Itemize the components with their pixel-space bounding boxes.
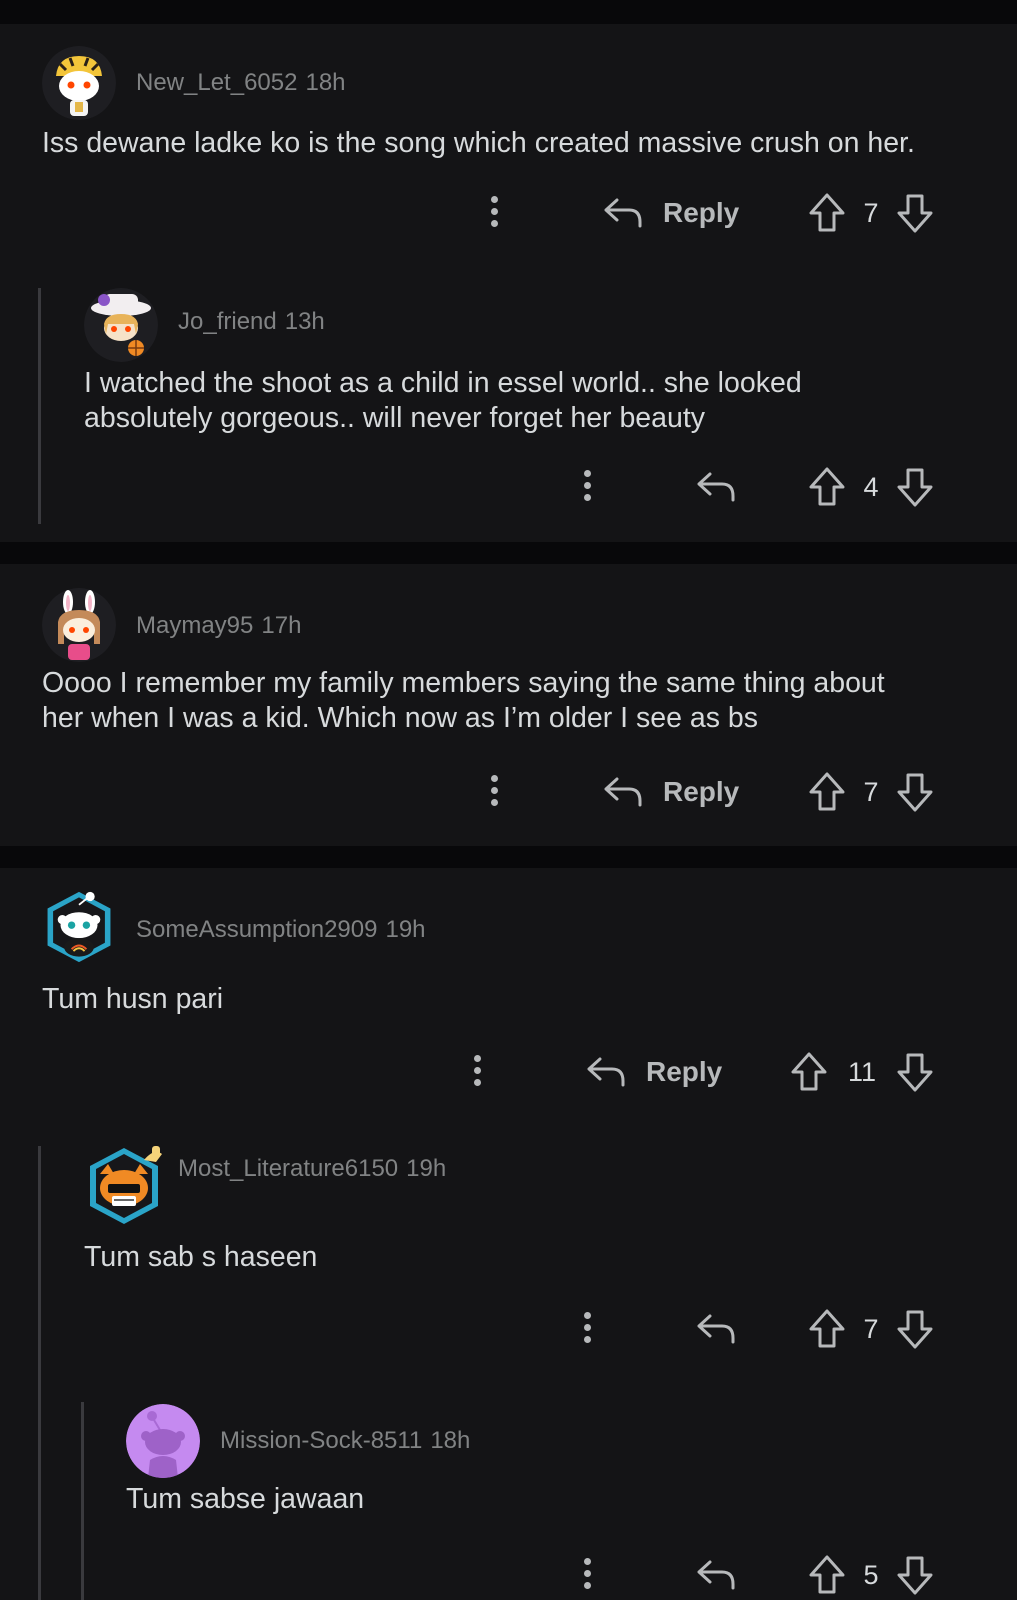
upvote-icon[interactable] (808, 466, 846, 508)
reply-button[interactable]: Reply (603, 775, 739, 809)
reply-arrow-icon (697, 1560, 735, 1590)
more-options-icon[interactable] (584, 470, 592, 506)
reply-arrow-icon (604, 198, 642, 228)
reply-arrow-icon (697, 1314, 735, 1344)
comment-meta: Maymay95 17h (136, 612, 301, 640)
vote-control: 5 (808, 1554, 934, 1596)
vote-control: 11 (790, 1051, 934, 1093)
downvote-icon[interactable] (896, 771, 934, 813)
downvote-icon[interactable] (896, 1051, 934, 1093)
vote-count: 5 (863, 1559, 879, 1590)
reply-button[interactable] (696, 470, 736, 504)
timestamp: 17h (261, 612, 302, 639)
username-link[interactable]: Most_Literature6150 (178, 1155, 398, 1182)
reply-button[interactable]: Reply (603, 196, 739, 230)
thread-line[interactable] (81, 1402, 84, 1600)
vote-control: 7 (808, 771, 934, 813)
downvote-icon[interactable] (896, 466, 934, 508)
section-divider (0, 846, 1017, 868)
comment-body: Iss dewane ladke ko is the song which cr… (42, 127, 915, 159)
section-divider (0, 0, 1017, 24)
timestamp: 13h (284, 308, 325, 335)
reply-button[interactable] (696, 1312, 736, 1346)
vote-count: 11 (847, 1056, 877, 1087)
more-options-icon[interactable] (584, 1558, 592, 1594)
username-link[interactable]: Mission-Sock-8511 (220, 1427, 422, 1454)
vote-count: 7 (863, 197, 879, 228)
comment-meta: SomeAssumption2909 19h (136, 916, 426, 944)
snoo-cat-nft-avatar-icon[interactable] (84, 1144, 168, 1228)
username-link[interactable]: Jo_friend (178, 308, 277, 335)
vote-control: 7 (808, 192, 934, 234)
upvote-icon[interactable] (808, 192, 846, 234)
username-link[interactable]: Maymay95 (136, 612, 253, 639)
upvote-icon[interactable] (808, 771, 846, 813)
upvote-icon[interactable] (808, 1554, 846, 1596)
comment-body: Tum husn pari (42, 983, 224, 1015)
downvote-icon[interactable] (896, 1554, 934, 1596)
snoo-nft-avatar-icon[interactable] (42, 890, 116, 964)
username-link[interactable]: SomeAssumption2909 (136, 916, 377, 943)
downvote-icon[interactable] (896, 192, 934, 234)
vote-count: 7 (863, 1313, 879, 1344)
comment-body: Tum sabse jawaan (126, 1483, 365, 1515)
timestamp: 18h (305, 69, 346, 96)
vote-count: 4 (863, 471, 879, 502)
section-divider (0, 542, 1017, 564)
timestamp: 19h (385, 916, 426, 943)
more-options-icon[interactable] (584, 1312, 592, 1348)
comment-body: I watched the shoot as a child in essel … (84, 367, 802, 434)
reply-button[interactable]: Reply (586, 1055, 722, 1089)
comment-meta: New_Let_6052 18h (136, 69, 346, 97)
reply-arrow-icon (697, 472, 735, 502)
more-options-icon[interactable] (491, 196, 499, 232)
snoo-hat-avatar-icon[interactable] (84, 288, 158, 362)
snoo-tiger-avatar-icon[interactable] (42, 46, 116, 120)
more-options-icon[interactable] (491, 775, 499, 811)
snoo-default-purple-avatar-icon[interactable] (126, 1404, 200, 1478)
comment-body: Oooo I remember my family members saying… (42, 667, 885, 734)
comment-body: Tum sab s haseen (84, 1241, 318, 1273)
downvote-icon[interactable] (896, 1308, 934, 1350)
more-options-icon[interactable] (474, 1055, 482, 1091)
reply-label: Reply (646, 1056, 723, 1087)
timestamp: 18h (430, 1427, 471, 1454)
snoo-bunny-avatar-icon[interactable] (42, 588, 116, 662)
reply-arrow-icon (604, 777, 642, 807)
reply-button[interactable] (696, 1558, 736, 1592)
comment-meta: Jo_friend 13h (178, 308, 325, 336)
vote-count: 7 (863, 776, 879, 807)
comment-meta: Mission-Sock-8511 18h (220, 1427, 470, 1455)
thread-line[interactable] (38, 288, 41, 524)
vote-control: 7 (808, 1308, 934, 1350)
vote-control: 4 (808, 466, 934, 508)
thread-line[interactable] (38, 1146, 41, 1600)
username-link[interactable]: New_Let_6052 (136, 69, 297, 96)
reply-label: Reply (663, 776, 740, 807)
upvote-icon[interactable] (808, 1308, 846, 1350)
reply-arrow-icon (587, 1057, 625, 1087)
comment-meta: Most_Literature6150 19h (178, 1155, 446, 1183)
reply-label: Reply (663, 197, 740, 228)
upvote-icon[interactable] (790, 1051, 828, 1093)
timestamp: 19h (406, 1155, 447, 1182)
